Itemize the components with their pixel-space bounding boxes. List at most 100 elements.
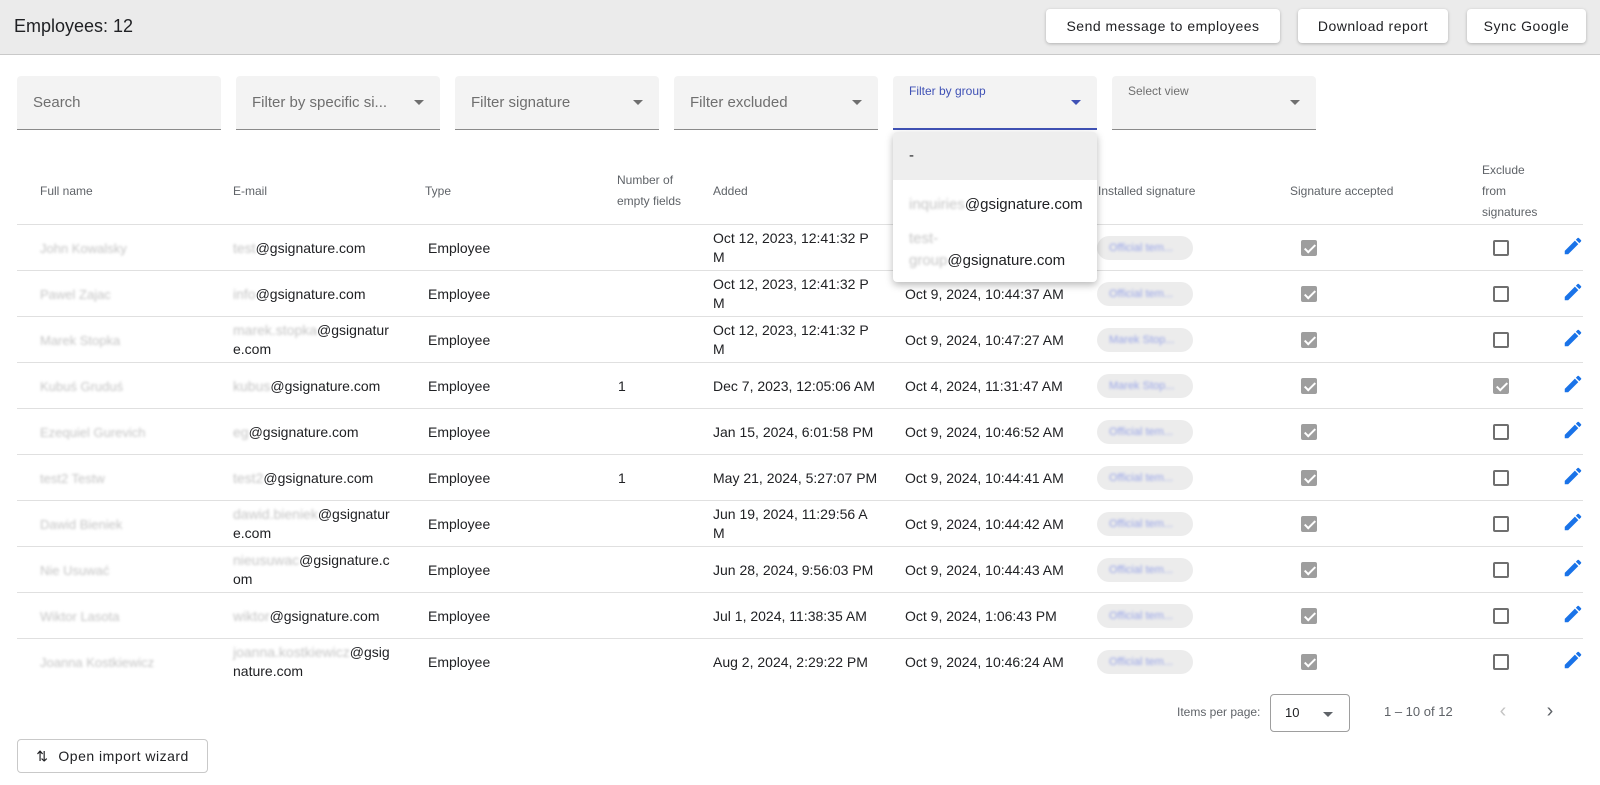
exclude-from-signatures-checkbox[interactable] — [1493, 424, 1509, 440]
signature-accepted-checkbox[interactable] — [1301, 286, 1317, 302]
edit-icon[interactable] — [1562, 511, 1584, 533]
added-date: Oct 12, 2023, 12:41:32 PM — [713, 230, 869, 265]
exclude-from-signatures-checkbox[interactable] — [1493, 470, 1509, 486]
employee-name: Ezequiel Gurevich — [40, 425, 146, 440]
signature-chip[interactable]: Official tem... — [1097, 282, 1193, 306]
exclude-from-signatures-checkbox[interactable] — [1493, 378, 1509, 394]
col-header-empty-fields[interactable]: Number of empty fields — [617, 170, 681, 212]
filter-excluded-select[interactable]: Filter excluded — [674, 76, 878, 130]
exclude-from-signatures-checkbox[interactable] — [1493, 286, 1509, 302]
next-page-button[interactable]: › — [1538, 700, 1562, 724]
edit-icon[interactable] — [1562, 465, 1584, 487]
employee-email: nieusuwac@gsignature.c om — [233, 552, 390, 587]
employee-email: info@gsignature.com — [233, 286, 366, 302]
employee-email: test2@gsignature.com — [233, 470, 374, 486]
chevron-down-icon — [633, 100, 643, 105]
col-header-type[interactable]: Type — [425, 181, 451, 202]
table-row[interactable]: Ezequiel Gurevich eg@gsignature.com Employ… — [17, 408, 1583, 454]
table-row[interactable]: Nie Usuwać nieusuwac@gsignature.c om Employ… — [17, 546, 1583, 592]
installed-date: Oct 4, 2024, 11:31:47 AM — [905, 378, 1063, 394]
filter-group-select[interactable]: Filter by group — [893, 76, 1097, 130]
signature-accepted-checkbox[interactable] — [1301, 332, 1317, 348]
exclude-from-signatures-checkbox[interactable] — [1493, 654, 1509, 670]
filter-signature-select[interactable]: Filter signature — [455, 76, 659, 130]
edit-icon[interactable] — [1562, 373, 1584, 395]
exclude-from-signatures-checkbox[interactable] — [1493, 240, 1509, 256]
signature-chip[interactable]: Official tem... — [1097, 236, 1193, 260]
table-row[interactable]: John Kowalsky test@gsignature.com Employee… — [17, 224, 1583, 270]
empty-fields-count: 1 — [618, 378, 626, 394]
table-row[interactable]: Dawid Bieniek dawid.bieniek@gsignatur e.co… — [17, 500, 1583, 546]
signature-chip[interactable]: Official tem... — [1097, 512, 1193, 536]
signature-accepted-checkbox[interactable] — [1301, 424, 1317, 440]
edit-icon[interactable] — [1562, 419, 1584, 441]
table-row[interactable]: Kubuś Gruduś kubus@gsignature.com Employee… — [17, 362, 1583, 408]
signature-chip[interactable]: Official tem... — [1097, 466, 1193, 490]
signature-accepted-checkbox[interactable] — [1301, 240, 1317, 256]
group-option-inquiries[interactable]: inquiries@gsignature.com — [893, 180, 1097, 224]
col-header-exclude-line3: signatures — [1482, 205, 1538, 219]
signature-chip[interactable]: Official tem... — [1097, 604, 1193, 628]
open-import-wizard-button[interactable]: ⇅ Open import wizard — [17, 739, 208, 773]
exclude-from-signatures-checkbox[interactable] — [1493, 562, 1509, 578]
filter-specific-signature-placeholder: Filter by specific si... — [252, 94, 388, 111]
table-row[interactable]: Wiktor Lasota wiktor@gsignature.com Employ… — [17, 592, 1583, 638]
pagination-range: 1 – 10 of 12 — [1384, 704, 1453, 719]
group-option-test-group[interactable]: test- group@gsignature.com — [893, 224, 1097, 282]
edit-icon[interactable] — [1562, 327, 1584, 349]
signature-chip[interactable]: Marek Stop... — [1097, 374, 1193, 398]
edit-icon[interactable] — [1562, 281, 1584, 303]
signature-chip[interactable]: Official tem... — [1097, 558, 1193, 582]
table-row[interactable]: Joanna Kostkiewicz joanna.kostkiewicz@gsi… — [17, 638, 1583, 684]
exclude-from-signatures-checkbox[interactable] — [1493, 332, 1509, 348]
signature-accepted-checkbox[interactable] — [1301, 516, 1317, 532]
chevron-down-icon — [414, 100, 424, 105]
employee-name: Dawid Bieniek — [40, 517, 123, 532]
signature-chip[interactable]: Marek Stop... — [1097, 328, 1193, 352]
employee-name: Wiktor Lasota — [40, 609, 120, 624]
exclude-from-signatures-checkbox[interactable] — [1493, 608, 1509, 624]
download-report-button[interactable]: Download report — [1298, 9, 1448, 43]
employee-email: kubus@gsignature.com — [233, 378, 381, 394]
col-header-email[interactable]: E-mail — [233, 181, 267, 202]
signature-chip[interactable]: Official tem... — [1097, 420, 1193, 444]
employee-type: Employee — [428, 286, 491, 302]
table-row[interactable]: Marek Stopka marek.stopka@gsignatur e.com E… — [17, 316, 1583, 362]
added-date: Jul 1, 2024, 11:38:35 AM — [713, 608, 867, 624]
chevron-down-icon — [1323, 712, 1333, 717]
installed-date: Oct 9, 2024, 10:44:42 AM — [905, 516, 1064, 532]
employee-email: marek.stopka@gsignatur e.com — [233, 322, 389, 357]
exclude-from-signatures-checkbox[interactable] — [1493, 516, 1509, 532]
page-header: Employees: 12 Send message to employees … — [0, 0, 1600, 55]
signature-accepted-checkbox[interactable] — [1301, 654, 1317, 670]
col-header-installed-signature[interactable]: Installed signature — [1098, 181, 1195, 202]
signature-accepted-checkbox[interactable] — [1301, 608, 1317, 624]
col-header-exclude-line2: from — [1482, 184, 1506, 198]
table-row[interactable]: Pawel Zajac info@gsignature.com Employee Oc… — [17, 270, 1583, 316]
edit-icon[interactable] — [1562, 649, 1584, 671]
sync-google-button[interactable]: Sync Google — [1467, 9, 1586, 43]
filter-specific-signature-select[interactable]: Filter by specific si... — [236, 76, 440, 130]
group-option-none[interactable]: - — [893, 132, 1097, 180]
col-header-exclude[interactable]: Exclude from signatures — [1482, 160, 1537, 223]
send-message-button[interactable]: Send message to employees — [1046, 9, 1280, 43]
signature-chip[interactable]: Official tem... — [1097, 650, 1193, 674]
edit-icon[interactable] — [1562, 235, 1584, 257]
table-row[interactable]: test2 Testw test2@gsignature.com Employee 1… — [17, 454, 1583, 500]
select-view-select[interactable]: Select view — [1112, 76, 1316, 130]
select-view-label: Select view — [1128, 84, 1189, 98]
items-per-page-select[interactable]: 10 — [1270, 694, 1350, 732]
col-header-signature-accepted[interactable]: Signature accepted — [1290, 181, 1393, 202]
col-header-added[interactable]: Added — [713, 181, 748, 202]
group-dropdown-panel: - inquiries@gsignature.com test- group@g… — [893, 132, 1097, 282]
edit-icon[interactable] — [1562, 603, 1584, 625]
signature-accepted-checkbox[interactable] — [1301, 378, 1317, 394]
search-input[interactable]: Search — [17, 76, 221, 130]
col-header-full-name[interactable]: Full name — [40, 181, 93, 202]
previous-page-button[interactable]: ‹ — [1491, 700, 1515, 724]
edit-icon[interactable] — [1562, 557, 1584, 579]
employee-email: joanna.kostkiewicz@gsig nature.com — [233, 644, 390, 679]
signature-accepted-checkbox[interactable] — [1301, 470, 1317, 486]
employee-type: Employee — [428, 332, 491, 348]
signature-accepted-checkbox[interactable] — [1301, 562, 1317, 578]
